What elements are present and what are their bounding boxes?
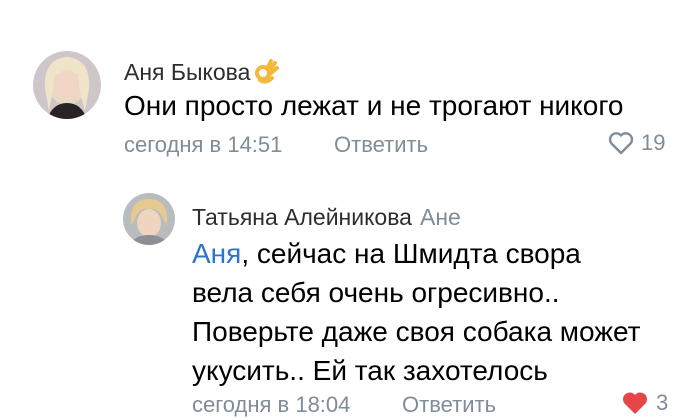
- avatar[interactable]: [123, 193, 175, 245]
- like-count: 3: [656, 390, 669, 415]
- mention-link[interactable]: Аня: [192, 238, 241, 269]
- like-count: 19: [641, 130, 666, 155]
- comment-text: Аня, сейчас на Шмидта свора вела себя оч…: [192, 234, 641, 390]
- author-name[interactable]: Татьяна Алейникова: [192, 204, 412, 230]
- reply-button[interactable]: Ответить: [334, 132, 428, 158]
- comment-timestamp: сегодня в 18:04: [192, 392, 351, 417]
- like-button[interactable]: 19: [607, 130, 665, 156]
- reply-to-user[interactable]: Ане: [420, 204, 461, 230]
- avatar[interactable]: [33, 51, 101, 119]
- comment-timestamp: сегодня в 14:51: [124, 132, 283, 157]
- heart-outline-icon: [607, 130, 641, 156]
- comment-text-line-4: укусить.. Ей так захотелось: [192, 355, 548, 386]
- comment-text-line-1: Аня, сейчас на Шмидта свора: [192, 238, 581, 269]
- comment-text-line-2: вела себя очень огресивно..: [192, 277, 560, 308]
- comment-author: Татьяна Алейникова Ане: [192, 204, 461, 231]
- like-button[interactable]: 3: [620, 390, 668, 416]
- comment-text: Они просто лежат и не трогают никого: [124, 90, 624, 121]
- comment-text-line-3: Поверьте даже своя собака может: [192, 316, 641, 347]
- heart-filled-icon: [620, 390, 656, 416]
- reply-button[interactable]: Ответить: [402, 392, 496, 418]
